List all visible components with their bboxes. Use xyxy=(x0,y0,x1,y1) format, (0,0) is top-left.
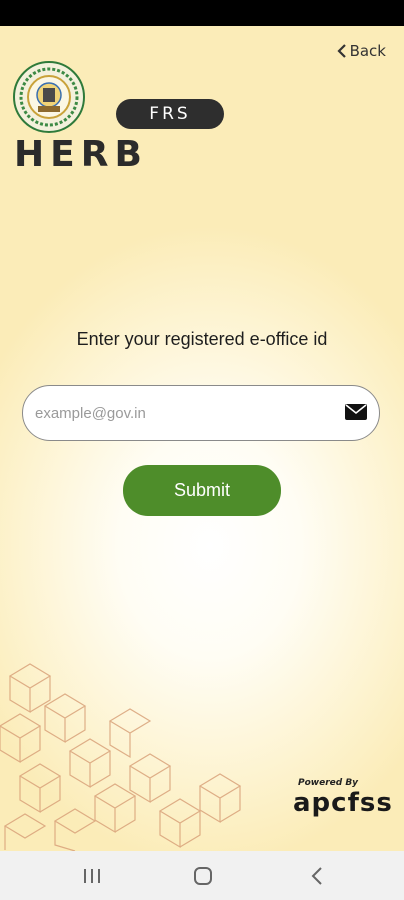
email-field-container xyxy=(22,385,380,441)
email-prompt: Enter your registered e-office id xyxy=(76,329,328,349)
back-icon[interactable] xyxy=(306,865,330,887)
chevron-left-icon xyxy=(337,44,346,58)
submit-button[interactable]: Submit xyxy=(123,465,281,516)
frs-badge: FRS xyxy=(116,99,224,129)
powered-by-label: Powered By xyxy=(298,778,359,788)
state-emblem-icon xyxy=(13,61,85,133)
recent-apps-icon[interactable] xyxy=(80,865,104,887)
back-label: Back xyxy=(349,42,386,60)
apcfss-logo: apcfss xyxy=(293,788,393,818)
home-icon[interactable] xyxy=(191,865,215,887)
mail-icon xyxy=(345,404,367,420)
system-nav-bar xyxy=(0,851,404,900)
email-field[interactable] xyxy=(33,386,337,441)
herb-wordmark: HERB xyxy=(14,134,148,175)
back-button[interactable]: Back xyxy=(337,42,386,60)
status-bar xyxy=(0,0,404,26)
app-screen: Back FRS HERB Enter your registered e-of… xyxy=(0,26,404,851)
decorative-cube-pattern xyxy=(0,663,242,851)
